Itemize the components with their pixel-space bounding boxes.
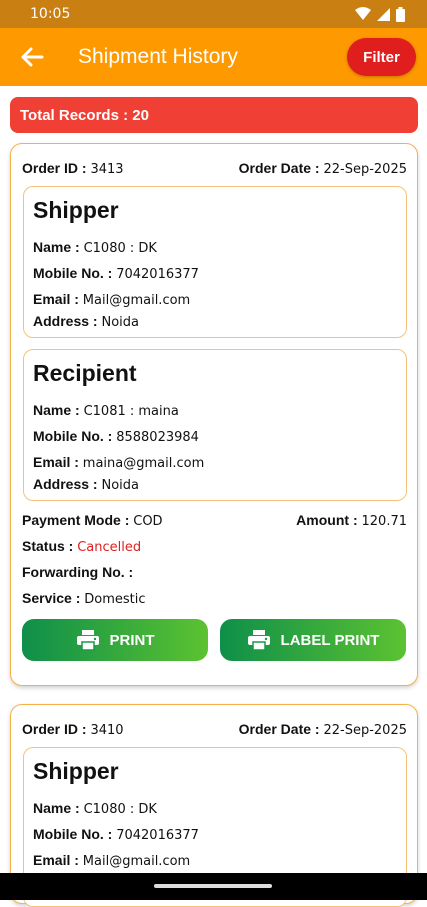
shipper-email-label: Email : [33,852,79,868]
shipper-email-value: Mail@gmail.com [82,854,191,869]
shipper-box: Shipper Name : C1080 : DK Mobile No. : 7… [23,186,407,338]
total-records-banner: Total Records : 20 [10,97,418,133]
label-print-label: LABEL PRINT [280,631,380,649]
order-id-row: Order ID : 3410 [22,721,124,738]
order-date-label: Order Date : [238,160,320,176]
shipper-email-row: Email : Mail@gmail.com [33,291,190,308]
order-date-value: 22-Sep-2025 [323,162,407,177]
print-button[interactable]: PRINT [22,619,208,661]
order-card: Order ID : 3413 Order Date : 22-Sep-2025… [10,143,418,686]
service-label: Service : [22,590,81,606]
printer-icon [247,630,270,651]
order-date-label: Order Date : [238,721,320,737]
order-date-row: Order Date : 22-Sep-2025 [239,721,407,738]
forwarding-row: Forwarding No. : [22,564,133,581]
payment-mode-label: Payment Mode : [22,512,130,528]
shipper-address-label: Address : [33,313,98,329]
recipient-email-value: maina@gmail.com [82,456,205,471]
recipient-address-row: Address : Noida [33,476,139,493]
status-label: Status : [22,538,74,554]
recipient-name-value: C1081 : maina [83,404,179,419]
forwarding-label: Forwarding No. : [22,564,134,580]
shipper-address-row: Address : Noida [33,313,139,330]
recipient-email-label: Email : [33,454,79,470]
navigation-bar [0,873,427,900]
order-id-value: 3410 [90,723,124,738]
shipper-mobile-value: 7042016377 [116,267,199,282]
label-print-button[interactable]: LABEL PRINT [220,619,406,661]
shipper-mobile-label: Mobile No. : [33,826,113,842]
shipper-name-label: Name : [33,239,80,255]
recipient-name-row: Name : C1081 : maina [33,402,179,419]
shipper-address-value: Noida [101,315,139,330]
app-bar: Shipment History Filter [0,28,427,86]
recipient-heading: Recipient [33,360,137,386]
shipper-email-row: Email : Mail@gmail.com [33,852,190,869]
shipper-name-label: Name : [33,800,80,816]
shipper-name-value: C1080 : DK [83,241,157,256]
home-gesture-handle[interactable] [154,884,272,888]
shipper-mobile-value: 7042016377 [116,828,199,843]
status-value: Cancelled [77,540,142,555]
shipper-name-row: Name : C1080 : DK [33,239,157,256]
recipient-email-row: Email : maina@gmail.com [33,454,204,471]
wifi-icon [355,7,371,20]
shipper-heading: Shipper [33,197,119,223]
shipper-mobile-row: Mobile No. : 7042016377 [33,826,199,843]
printer-icon [76,630,99,651]
order-id-row: Order ID : 3413 [22,160,124,177]
recipient-mobile-label: Mobile No. : [33,428,113,444]
shipper-email-label: Email : [33,291,79,307]
shipper-email-value: Mail@gmail.com [82,293,191,308]
shipper-heading: Shipper [33,758,119,784]
back-arrow-icon[interactable] [18,43,46,71]
status-bar: 10:05 [0,0,427,28]
shipper-name-value: C1080 : DK [83,802,157,817]
payment-mode-row: Payment Mode : COD [22,512,163,529]
print-label: PRINT [109,631,155,649]
recipient-mobile-row: Mobile No. : 8588023984 [33,428,199,445]
recipient-address-label: Address : [33,476,98,492]
status-time: 10:05 [30,6,71,22]
service-value: Domestic [84,592,146,607]
status-icons [355,6,405,22]
amount-label: Amount : [296,512,358,528]
page-title: Shipment History [78,45,238,68]
order-id-label: Order ID : [22,160,87,176]
signal-icon [377,7,390,21]
order-id-value: 3413 [90,162,124,177]
recipient-name-label: Name : [33,402,80,418]
shipper-mobile-label: Mobile No. : [33,265,113,281]
order-date-row: Order Date : 22-Sep-2025 [239,160,407,177]
filter-button[interactable]: Filter [347,38,416,76]
amount-value: 120.71 [361,514,408,529]
service-row: Service : Domestic [22,590,146,607]
shipper-mobile-row: Mobile No. : 7042016377 [33,265,199,282]
amount-row: Amount : 120.71 [296,512,407,529]
recipient-address-value: Noida [101,478,139,493]
recipient-mobile-value: 8588023984 [116,430,199,445]
battery-icon [396,6,405,22]
order-id-label: Order ID : [22,721,87,737]
status-row: Status : Cancelled [22,538,141,555]
shipper-name-row: Name : C1080 : DK [33,800,157,817]
recipient-box: Recipient Name : C1081 : maina Mobile No… [23,349,407,501]
order-date-value: 22-Sep-2025 [323,723,407,738]
payment-mode-value: COD [133,514,163,529]
